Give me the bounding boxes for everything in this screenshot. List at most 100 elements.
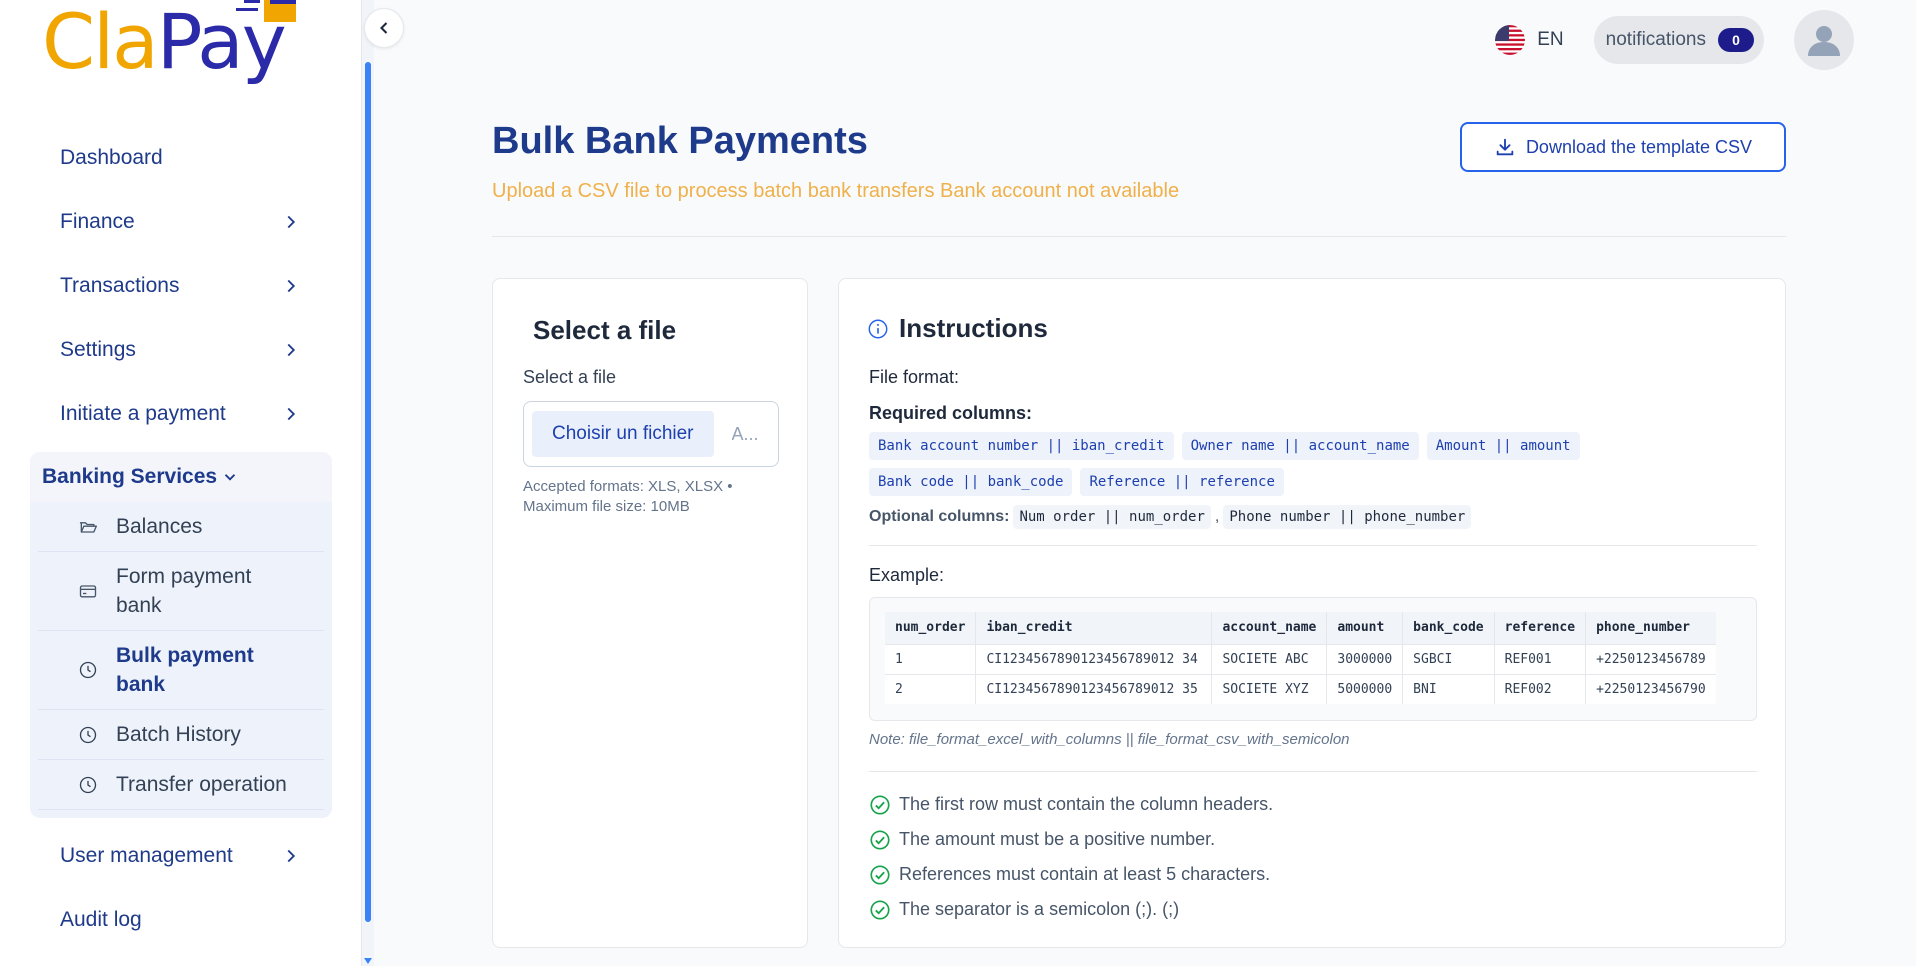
required-column-tag: Reference || reference bbox=[1080, 468, 1284, 496]
rule-text: The first row must contain the column he… bbox=[899, 794, 1274, 814]
chevron-right-icon bbox=[287, 407, 296, 421]
selected-file-name: A... bbox=[731, 423, 759, 444]
table-header: iban_credit bbox=[975, 612, 1213, 644]
optional-separator: , bbox=[1214, 508, 1220, 525]
optional-column-tag: Num order || num_order bbox=[1013, 505, 1211, 529]
sidebar: ClaPay Dashboard Finance Transactions Se… bbox=[0, 0, 362, 966]
rules-list: The first row must contain the column he… bbox=[869, 787, 1273, 927]
example-label: Example: bbox=[869, 565, 945, 585]
page-subtitle: Upload a CSV file to process batch bank … bbox=[492, 180, 1180, 202]
example-table: num_order iban_credit account_name amoun… bbox=[885, 612, 1716, 704]
sidebar-item-initiate-payment[interactable]: Initiate a payment bbox=[30, 382, 332, 446]
table-cell: SOCIETE XYZ bbox=[1211, 673, 1328, 704]
notifications-count-badge: 0 bbox=[1718, 28, 1754, 52]
scrollbar-thumb[interactable] bbox=[365, 62, 371, 922]
required-columns-label: Required columns: bbox=[869, 403, 1033, 423]
sidebar-item-bulk-payment-bank[interactable]: Bulk payment bank bbox=[38, 631, 324, 710]
choose-file-button[interactable]: Choisir un fichier bbox=[532, 411, 714, 457]
sidebar-item-transfer-operation[interactable]: Transfer operation bbox=[38, 760, 324, 810]
sidebar-item-batch-history[interactable]: Batch History bbox=[38, 710, 324, 760]
logo-text-pay: Pay bbox=[156, 0, 287, 86]
file-format-label: File format: bbox=[869, 367, 960, 387]
table-header: reference bbox=[1494, 612, 1587, 644]
sidebar-group-toggle[interactable]: Banking Services bbox=[30, 452, 332, 502]
sidebar-item-label: Audit log bbox=[60, 908, 142, 931]
topbar: EN notifications 0 bbox=[1495, 10, 1854, 70]
chevron-right-icon bbox=[287, 849, 296, 863]
user-icon bbox=[1808, 26, 1840, 56]
file-upload-card: Select a file Select a file Choisir un f… bbox=[492, 278, 808, 948]
instructions-card: Instructions File format: Required colum… bbox=[838, 278, 1786, 948]
file-input[interactable]: Choisir un fichier A... bbox=[523, 401, 779, 467]
sidebar-item-balances[interactable]: Balances bbox=[38, 502, 324, 552]
table-cell: CI1234567890123456789012 35 bbox=[975, 673, 1213, 704]
table-header-row: num_order iban_credit account_name amoun… bbox=[885, 612, 1716, 644]
sidebar-item-label: Balances bbox=[116, 515, 203, 538]
check-circle-icon bbox=[870, 829, 890, 850]
notifications-button[interactable]: notifications 0 bbox=[1593, 16, 1764, 64]
file-format-hint: Accepted formats: XLS, XLSX • Maximum fi… bbox=[523, 478, 733, 515]
sidebar-item-finance[interactable]: Finance bbox=[30, 190, 332, 254]
sidebar-scrollbar[interactable] bbox=[362, 0, 374, 966]
instructions-divider bbox=[869, 545, 1757, 546]
scroll-down-arrow-icon[interactable] bbox=[364, 958, 372, 964]
chevron-right-icon bbox=[287, 215, 296, 229]
chevron-left-icon bbox=[380, 22, 388, 34]
sidebar-item-transactions[interactable]: Transactions bbox=[30, 254, 332, 318]
rule-item: The amount must be a positive number. bbox=[869, 822, 1273, 857]
rule-item: The first row must contain the column he… bbox=[869, 787, 1273, 822]
clapay-logo[interactable]: ClaPay bbox=[42, 0, 302, 102]
table-cell: CI1234567890123456789012 34 bbox=[975, 643, 1213, 674]
required-column-tag: Bank code || bank_code bbox=[869, 468, 1073, 496]
check-circle-icon bbox=[870, 899, 890, 920]
table-cell: +2250123456790 bbox=[1585, 673, 1716, 704]
required-columns-list: Bank account number || iban_credit Owner… bbox=[869, 432, 1769, 496]
user-avatar[interactable] bbox=[1794, 10, 1854, 70]
table-row: 1 CI1234567890123456789012 34 SOCIETE AB… bbox=[885, 643, 1716, 674]
sidebar-item-form-payment-bank[interactable]: Form payment bank bbox=[38, 552, 324, 631]
page-title: Bulk Bank Payments bbox=[492, 120, 868, 162]
language-selector[interactable]: EN bbox=[1495, 25, 1564, 55]
sidebar-item-dashboard[interactable]: Dashboard bbox=[30, 126, 332, 190]
required-column-tag: Bank account number || iban_credit bbox=[869, 432, 1174, 460]
sidebar-item-label: Transactions bbox=[60, 274, 180, 297]
folder-open-icon bbox=[79, 521, 98, 533]
clock-icon bbox=[79, 726, 97, 743]
sidebar-item-label: Batch History bbox=[116, 723, 241, 746]
chevron-right-icon bbox=[287, 343, 296, 357]
rules-divider bbox=[869, 771, 1757, 772]
table-header: amount bbox=[1326, 612, 1404, 644]
collapse-sidebar-button[interactable] bbox=[364, 8, 404, 48]
rule-text: The separator is a semicolon (;). (;) bbox=[899, 899, 1180, 919]
rule-text: References must contain at least 5 chara… bbox=[899, 864, 1271, 884]
table-header: account_name bbox=[1211, 612, 1328, 644]
table-cell: BNI bbox=[1402, 673, 1495, 704]
sidebar-item-label: User management bbox=[60, 844, 233, 867]
table-cell: SGBCI bbox=[1402, 643, 1495, 674]
download-template-button[interactable]: Download the template CSV bbox=[1460, 122, 1786, 172]
info-icon bbox=[868, 319, 888, 338]
example-table-wrapper: num_order iban_credit account_name amoun… bbox=[869, 597, 1757, 721]
credit-card-icon bbox=[79, 585, 97, 598]
clock-icon bbox=[79, 776, 97, 793]
clock-icon bbox=[79, 661, 97, 679]
rule-item: The separator is a semicolon (;). (;) bbox=[869, 892, 1273, 927]
table-header: phone_number bbox=[1585, 612, 1716, 644]
format-note: Note: file_format_excel_with_columns || … bbox=[869, 731, 1350, 748]
sidebar-item-settings[interactable]: Settings bbox=[30, 318, 332, 382]
sidebar-group-label: Banking Services bbox=[42, 465, 218, 488]
us-flag-icon bbox=[1495, 25, 1526, 55]
sidebar-submenu: Balances Form payment bank Bulk payment … bbox=[38, 502, 324, 810]
table-header: num_order bbox=[885, 612, 977, 644]
sidebar-item-audit-log[interactable]: Audit log bbox=[30, 888, 332, 952]
sidebar-item-user-management[interactable]: User management bbox=[30, 824, 332, 888]
table-row: 2 CI1234567890123456789012 35 SOCIETE XY… bbox=[885, 673, 1716, 704]
rule-item: References must contain at least 5 chara… bbox=[869, 857, 1273, 892]
instructions-header: Instructions bbox=[867, 313, 1048, 344]
logo-text: ClaPay bbox=[42, 4, 287, 80]
table-header: bank_code bbox=[1402, 612, 1495, 644]
download-template-label: Download the template CSV bbox=[1525, 136, 1753, 157]
check-circle-icon bbox=[870, 864, 890, 885]
sidebar-item-label: Dashboard bbox=[60, 146, 163, 169]
check-circle-icon bbox=[870, 794, 890, 815]
